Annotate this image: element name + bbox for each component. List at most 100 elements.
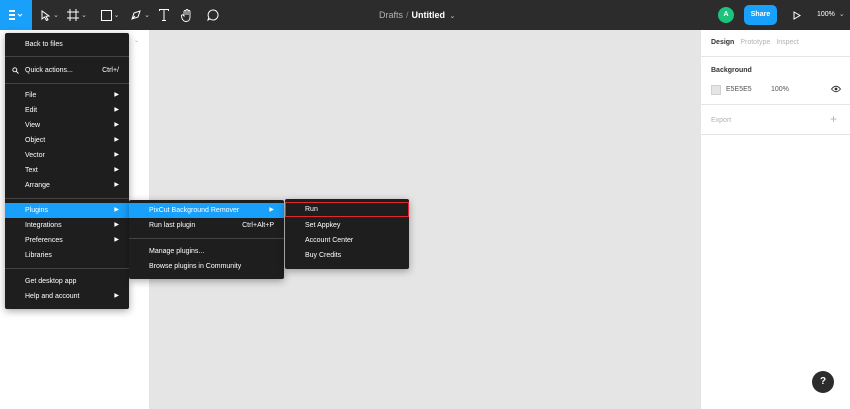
tab-inspect[interactable]: Inspect [776,39,799,46]
menu-item-label: View [25,122,41,129]
menu-item-label: Quick actions... [25,67,73,74]
menu-item-view[interactable]: View ▶ [5,118,129,133]
menu-item-label: Libraries [25,252,52,259]
rectangle-icon [100,9,112,21]
export-label: Export [711,117,732,124]
background-hex-input[interactable]: E5E5E5 [726,86,752,93]
menu-item-label: Arrange [25,182,50,189]
properties-panel: Design Prototype Inspect Background E5E5E5… [700,30,850,409]
submenu-arrow-icon: ▶ [114,237,119,243]
menu-item-run[interactable]: Run [285,202,409,217]
menu-item-arrange[interactable]: Arrange ▶ [5,178,129,193]
divider [701,104,850,105]
menu-item-label: Set Appkey [305,222,341,229]
background-color-swatch[interactable] [711,85,721,95]
menu-item-get-desktop-app[interactable]: Get desktop app [5,274,129,289]
present-button[interactable] [790,0,804,30]
panel-tabs: Design Prototype Inspect [711,39,805,46]
text-icon [159,9,169,21]
submenu-arrow-icon: ▶ [114,182,119,188]
pixcut-submenu: Run Set Appkey Account Center Buy Credit… [285,199,409,269]
menu-divider [5,56,129,57]
divider [701,134,850,135]
pen-tool-button[interactable]: ⌄ [128,0,152,30]
submenu-arrow-icon: ▶ [269,207,274,213]
main-menu: Back to files Quick actions... Ctrl+/ Fi… [5,33,129,309]
frame-tool-button[interactable]: ⌄ [64,0,90,30]
menu-item-set-appkey[interactable]: Set Appkey [285,218,409,233]
divider [701,56,850,57]
menu-item-label: Back to files [25,41,63,48]
menu-item-manage-plugins[interactable]: Manage plugins... [129,244,284,259]
shortcut-label: Ctrl+/ [102,67,119,74]
text-tool-button[interactable] [156,0,172,30]
menu-item-label: Preferences [25,237,63,244]
submenu-arrow-icon: ▶ [114,207,119,213]
submenu-arrow-icon: ▶ [114,167,119,173]
menu-item-file[interactable]: File ▶ [5,88,129,103]
plugins-submenu: PixCut Background Remover ▶ Run last plug… [129,200,284,279]
menu-item-vector[interactable]: Vector ▶ [5,148,129,163]
file-name[interactable]: Untitled [412,10,446,20]
visibility-eye-icon[interactable] [830,85,842,95]
comment-tool-button[interactable] [204,0,222,30]
zoom-level: 100% [817,11,835,18]
move-tool-button[interactable]: ⌄ [38,0,62,30]
figma-menu-icon [9,10,23,20]
file-title[interactable]: Drafts / Untitled ⌄ [379,0,455,30]
menu-item-browse-plugins[interactable]: Browse plugins in Community [129,259,284,274]
menu-item-back-to-files[interactable]: Back to files [5,37,129,52]
shape-tool-button[interactable]: ⌄ [98,0,122,30]
menu-item-preferences[interactable]: Preferences ▶ [5,233,129,248]
menu-item-label: Plugins [25,207,48,214]
menu-item-label: Text [25,167,38,174]
tab-prototype[interactable]: Prototype [740,39,770,46]
frame-icon [67,9,80,21]
menu-item-label: Get desktop app [25,278,77,285]
menu-item-edit[interactable]: Edit ▶ [5,103,129,118]
menu-item-pixcut[interactable]: PixCut Background Remover ▶ [129,203,284,218]
breadcrumb-parent[interactable]: Drafts [379,10,403,20]
menu-item-text[interactable]: Text ▶ [5,163,129,178]
menu-item-object[interactable]: Object ▶ [5,133,129,148]
main-menu-button[interactable] [0,0,32,30]
menu-item-buy-credits[interactable]: Buy Credits [285,248,409,263]
toolbar: ⌄ ⌄ ⌄ ⌄ Drafts / Untitled ⌄ A Share 100% ⌄ [0,0,850,30]
menu-item-plugins[interactable]: Plugins ▶ [5,203,129,218]
chevron-down-icon: ⌄ [144,12,150,19]
chevron-down-icon[interactable]: ⌄ [450,13,456,20]
search-icon [12,63,19,80]
help-button[interactable]: ? [812,371,834,393]
menu-item-account-center[interactable]: Account Center [285,233,409,248]
breadcrumb-separator: / [406,10,409,20]
menu-item-libraries[interactable]: Libraries [5,248,129,263]
menu-item-label: Browse plugins in Community [149,263,242,270]
submenu-arrow-icon: ▶ [114,137,119,143]
hand-tool-button[interactable] [178,0,196,30]
menu-divider [5,268,129,269]
shortcut-label: Ctrl+Alt+P [242,222,274,229]
submenu-arrow-icon: ▶ [114,107,119,113]
menu-item-label: Run last plugin [149,222,196,229]
tab-design[interactable]: Design [711,39,734,46]
menu-item-quick-actions[interactable]: Quick actions... Ctrl+/ [5,63,129,78]
pages-chevron-icon[interactable]: ⌄ [134,37,139,44]
add-export-plus-icon[interactable]: + [830,112,837,126]
menu-item-run-last-plugin[interactable]: Run last plugin Ctrl+Alt+P [129,218,284,233]
background-opacity-input[interactable]: 100% [771,86,789,93]
avatar[interactable]: A [718,7,734,23]
menu-item-label: File [25,92,37,99]
menu-item-label: Vector [25,152,45,159]
menu-item-integrations[interactable]: Integrations ▶ [5,218,129,233]
hand-icon [181,8,191,22]
submenu-arrow-icon: ▶ [114,293,119,299]
zoom-control[interactable]: 100% ⌄ [817,0,845,30]
menu-item-label: Object [25,137,46,144]
menu-item-label: Manage plugins... [149,248,205,255]
chevron-down-icon: ⌄ [113,12,120,19]
menu-item-label: Account Center [305,237,354,244]
menu-item-label: Help and account [25,293,80,300]
menu-item-help-and-account[interactable]: Help and account ▶ [5,289,129,304]
share-button[interactable]: Share [744,5,777,25]
menu-item-label: Integrations [25,222,62,229]
